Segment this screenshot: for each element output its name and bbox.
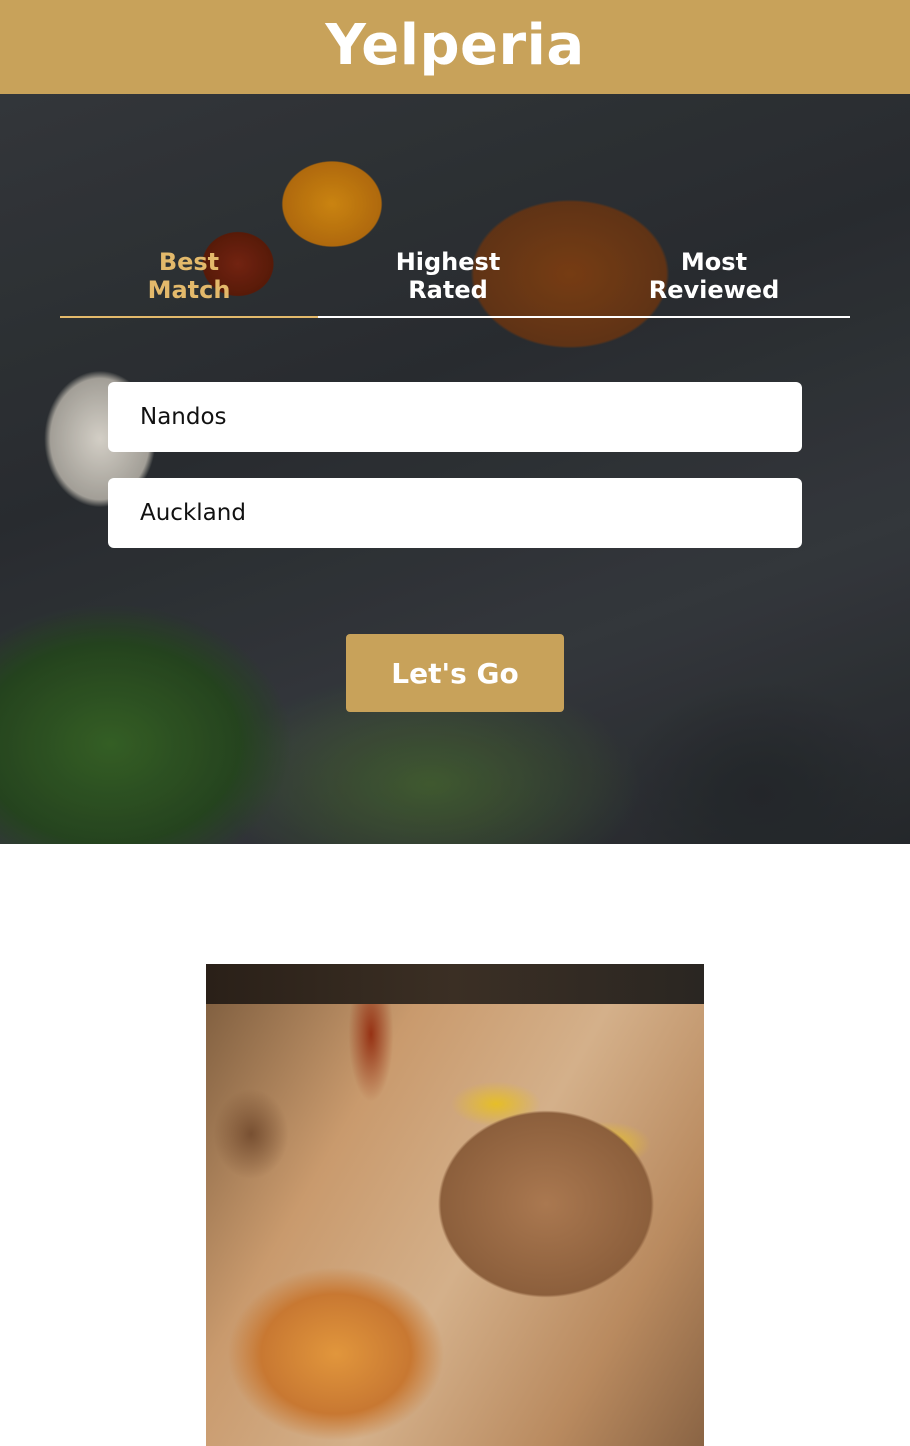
app-title: Yelperia bbox=[325, 12, 585, 78]
tab-best-match-line1: Best bbox=[158, 248, 220, 276]
active-tab-indicator bbox=[60, 316, 318, 318]
location-input[interactable] bbox=[108, 478, 802, 548]
lets-go-button[interactable]: Let's Go bbox=[346, 634, 564, 712]
tab-most-reviewed-line2: Reviewed bbox=[648, 276, 780, 304]
tab-best-match-line2: Match bbox=[147, 276, 231, 304]
tab-most-reviewed[interactable]: Most Reviewed bbox=[585, 248, 843, 304]
tab-highest-rated-line2: Rated bbox=[408, 276, 488, 304]
tab-highest-rated-line1: Highest bbox=[395, 248, 501, 276]
sort-tabs: Best Match Highest Rated Most Reviewed bbox=[60, 246, 850, 318]
tab-best-match[interactable]: Best Match bbox=[60, 248, 318, 304]
result-photo[interactable] bbox=[206, 964, 704, 1446]
search-term-input[interactable] bbox=[108, 382, 802, 452]
app-header: Yelperia bbox=[0, 0, 910, 94]
tab-most-reviewed-line1: Most bbox=[680, 248, 748, 276]
hero-background-image: Best Match Highest Rated Most Reviewed L… bbox=[0, 94, 910, 844]
tab-highest-rated[interactable]: Highest Rated bbox=[319, 248, 577, 304]
